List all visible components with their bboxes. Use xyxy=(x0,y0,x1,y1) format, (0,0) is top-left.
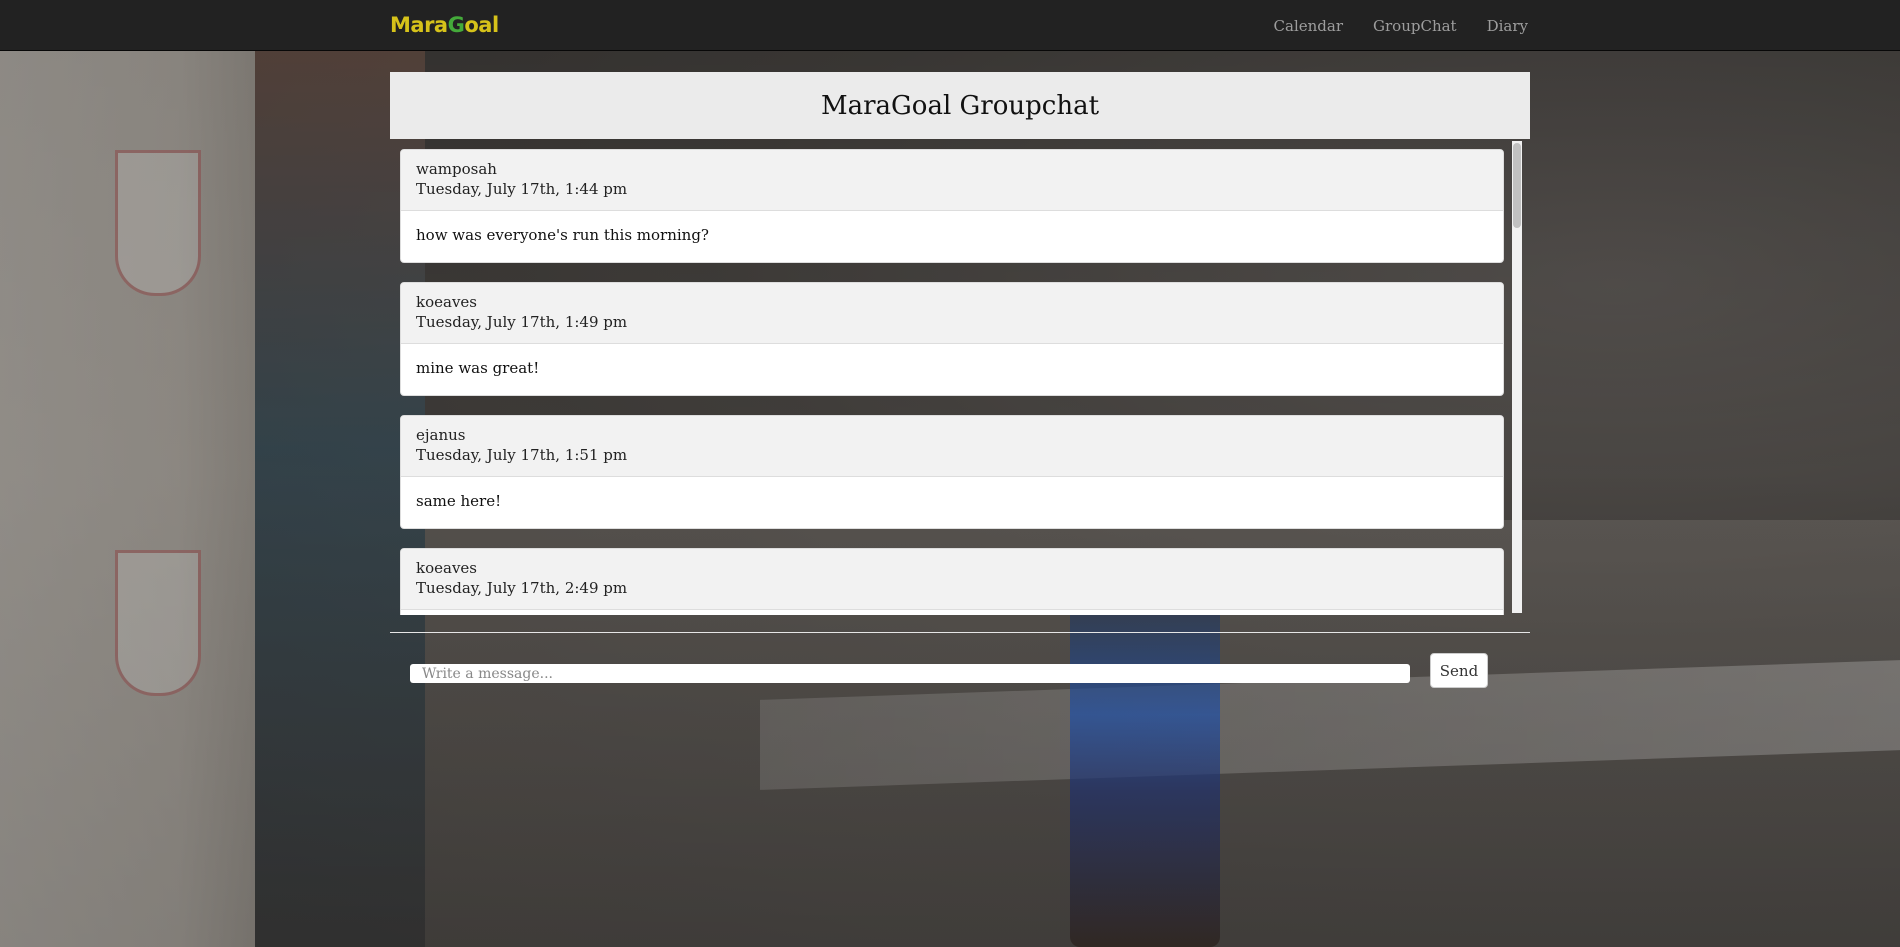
send-button[interactable]: Send xyxy=(1430,653,1488,688)
background-runner xyxy=(1070,560,1220,947)
message-list[interactable]: wamposah Tuesday, July 17th, 1:44 pm how… xyxy=(390,139,1530,615)
message-header: ejanus Tuesday, July 17th, 1:51 pm xyxy=(401,416,1503,477)
message-header: wamposah Tuesday, July 17th, 1:44 pm xyxy=(401,150,1503,211)
message-username: wamposah xyxy=(416,160,497,178)
logo[interactable]: MaraGoal xyxy=(390,13,499,37)
message-header: koeaves Tuesday, July 17th, 2:49 pm xyxy=(401,549,1503,610)
message-timestamp: Tuesday, July 17th, 2:49 pm xyxy=(416,579,628,597)
background-emblem xyxy=(115,150,201,296)
chat-header: MaraGoal Groupchat xyxy=(390,72,1530,139)
message-timestamp: Tuesday, July 17th, 1:51 pm xyxy=(416,446,628,464)
compose-divider xyxy=(390,632,1530,633)
chat-title: MaraGoal Groupchat xyxy=(820,90,1100,121)
logo-text-part1: Mara xyxy=(390,13,448,37)
message-text: mine was great! xyxy=(416,359,540,377)
background-emblem xyxy=(115,550,201,696)
scrollbar-thumb[interactable] xyxy=(1513,143,1521,228)
message-timestamp: Tuesday, July 17th, 1:49 pm xyxy=(416,313,628,331)
message-header: koeaves Tuesday, July 17th, 1:49 pm xyxy=(401,283,1503,344)
message-username: koeaves xyxy=(416,559,477,577)
nav-links: Calendar GroupChat Diary xyxy=(1274,0,1528,51)
message-timestamp: Tuesday, July 17th, 1:44 pm xyxy=(416,180,628,198)
message-text: same here! xyxy=(416,492,502,510)
message-text xyxy=(401,610,1503,615)
message-card: koeaves Tuesday, July 17th, 1:49 pm mine… xyxy=(400,282,1504,396)
message-card: koeaves Tuesday, July 17th, 2:49 pm xyxy=(400,548,1504,615)
nav-link-groupchat[interactable]: GroupChat xyxy=(1373,17,1457,35)
message-input[interactable] xyxy=(410,664,1410,683)
message-username: koeaves xyxy=(416,293,477,311)
navbar: MaraGoal Calendar GroupChat Diary xyxy=(0,0,1900,51)
message-card: wamposah Tuesday, July 17th, 1:44 pm how… xyxy=(400,149,1504,263)
nav-link-calendar[interactable]: Calendar xyxy=(1274,17,1343,35)
scrollbar[interactable] xyxy=(1512,141,1522,613)
message-username: ejanus xyxy=(416,426,466,444)
message-text: how was everyone's run this morning? xyxy=(416,226,709,244)
logo-text-part2: G xyxy=(447,13,465,37)
message-card: ejanus Tuesday, July 17th, 1:51 pm same … xyxy=(400,415,1504,529)
nav-link-diary[interactable]: Diary xyxy=(1487,17,1528,35)
logo-text-part3: oal xyxy=(464,13,499,37)
